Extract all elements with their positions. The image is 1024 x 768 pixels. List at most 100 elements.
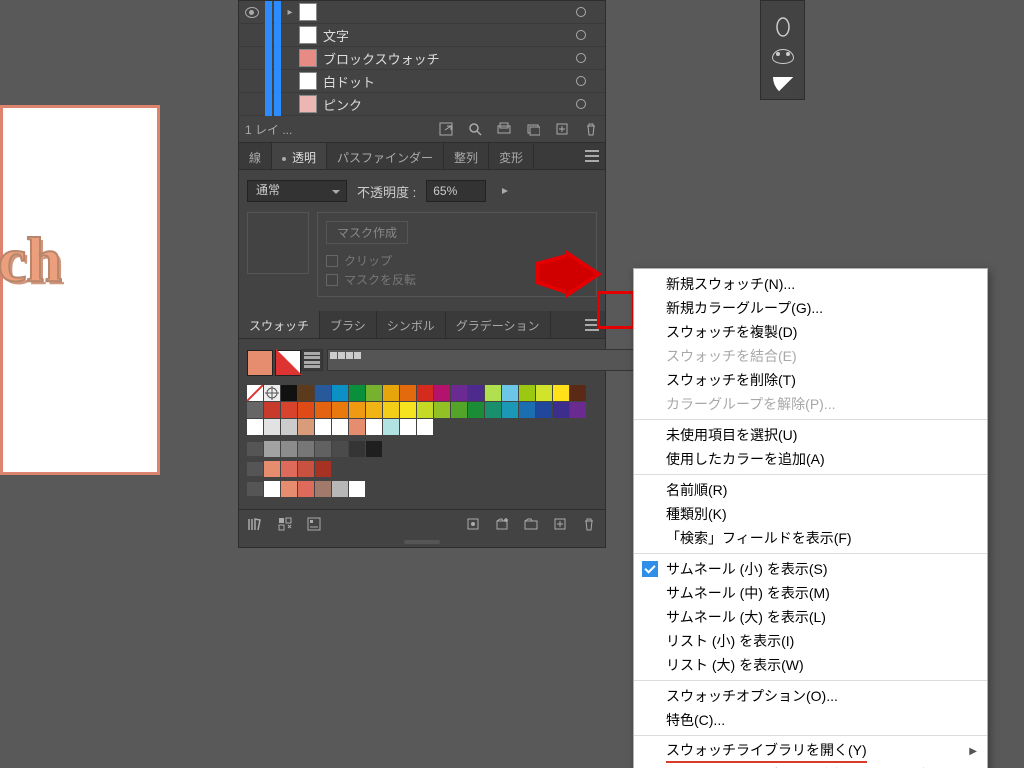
swatch[interactable] (451, 402, 467, 418)
swatch[interactable] (536, 402, 552, 418)
swatch[interactable] (366, 385, 382, 401)
swatch[interactable] (264, 481, 280, 497)
menu-item[interactable]: スウォッチを削除(T) (634, 368, 987, 392)
target-icon[interactable] (576, 53, 586, 63)
color-group-row[interactable] (247, 461, 597, 477)
menu-item[interactable]: スウォッチライブラリを開く(Y)▶ (634, 739, 987, 763)
swatch[interactable] (570, 385, 586, 401)
folder-icon[interactable] (247, 482, 263, 496)
swatch[interactable] (281, 441, 297, 457)
menu-item[interactable]: 名前順(R) (634, 478, 987, 502)
swatch[interactable] (332, 419, 348, 435)
swatch[interactable] (400, 402, 416, 418)
swatch[interactable] (502, 385, 518, 401)
menu-item[interactable]: リスト (大) を表示(W) (634, 653, 987, 677)
menu-item[interactable]: 使用したカラーを追加(A) (634, 447, 987, 471)
swatch[interactable] (281, 419, 297, 435)
swatch[interactable] (383, 402, 399, 418)
swatch[interactable] (264, 419, 280, 435)
swatch[interactable] (502, 402, 518, 418)
swatch[interactable] (281, 461, 297, 477)
panel-resize-grip[interactable] (239, 537, 605, 547)
swatch[interactable] (417, 402, 433, 418)
blend-mode-select[interactable]: 通常 (247, 180, 347, 202)
layer-row[interactable]: 白ドット (239, 70, 605, 93)
tab-シンボル[interactable]: シンボル (377, 311, 446, 338)
swatch-grid[interactable] (247, 385, 587, 435)
trash-icon[interactable] (580, 515, 597, 532)
list-view-button[interactable] (301, 349, 323, 371)
search-icon[interactable] (466, 121, 483, 138)
ellipse-icon[interactable] (770, 15, 796, 39)
layer-row[interactable]: ブロックスウォッチ (239, 47, 605, 70)
menu-item[interactable]: スウォッチを複製(D) (634, 320, 987, 344)
library-menu-icon[interactable] (247, 515, 264, 532)
swatch[interactable] (281, 481, 297, 497)
swatch[interactable] (315, 461, 331, 477)
swatch[interactable] (349, 385, 365, 401)
swatch[interactable] (332, 481, 348, 497)
layer-row[interactable]: ▸ (239, 1, 605, 24)
swatch[interactable] (519, 385, 535, 401)
swatch[interactable] (247, 402, 263, 418)
panel-menu-icon[interactable] (579, 143, 605, 169)
tab-変形[interactable]: 変形 (489, 143, 534, 169)
menu-item[interactable]: サムネール (小) を表示(S) (634, 557, 987, 581)
show-kinds-icon[interactable] (276, 515, 293, 532)
swatch[interactable] (315, 385, 331, 401)
swatch[interactable] (451, 385, 467, 401)
swatch[interactable] (570, 402, 586, 418)
swatch[interactable] (383, 385, 399, 401)
opacity-slider-arrow-icon[interactable] (496, 183, 513, 200)
tab-ブラシ[interactable]: ブラシ (320, 311, 377, 338)
swatch[interactable] (485, 402, 501, 418)
swatch[interactable] (264, 441, 280, 457)
swatch-options-icon[interactable] (305, 515, 322, 532)
swatch[interactable] (400, 385, 416, 401)
menu-item[interactable]: サムネール (中) を表示(M) (634, 581, 987, 605)
swatch[interactable] (434, 385, 450, 401)
target-icon[interactable] (576, 7, 586, 17)
swatch[interactable] (349, 441, 365, 457)
edit-color-group-icon[interactable] (464, 515, 481, 532)
menu-item[interactable]: 特色(C)... (634, 708, 987, 732)
new-layer-icon[interactable] (553, 121, 570, 138)
swatch[interactable] (349, 402, 365, 418)
swatch[interactable] (315, 402, 331, 418)
swatch[interactable] (315, 441, 331, 457)
menu-item[interactable]: サムネール (大) を表示(L) (634, 605, 987, 629)
current-swatch[interactable] (247, 350, 301, 376)
swatch[interactable] (553, 402, 569, 418)
menu-item[interactable]: 新規スウォッチ(N)... (634, 272, 987, 296)
layer-row[interactable]: 文字 (239, 24, 605, 47)
locate-object-icon[interactable] (437, 121, 454, 138)
color-group-row[interactable] (247, 441, 597, 457)
folder-icon[interactable] (247, 462, 263, 476)
swatch[interactable] (553, 385, 569, 401)
menu-item[interactable]: 未使用項目を選択(U) (634, 423, 987, 447)
registration-swatch[interactable] (264, 385, 280, 401)
swatch[interactable] (519, 402, 535, 418)
tab-整列[interactable]: 整列 (444, 143, 489, 169)
grid-view-button[interactable] (327, 349, 667, 371)
panel-menu-icon[interactable] (579, 311, 605, 338)
folder-icon[interactable] (522, 515, 539, 532)
menu-item[interactable]: 「検索」フィールドを表示(F) (634, 526, 987, 550)
clip-checkbox[interactable] (326, 255, 338, 267)
swatch[interactable] (417, 419, 433, 435)
menu-item[interactable]: 種類別(K) (634, 502, 987, 526)
new-swatch-icon[interactable] (551, 515, 568, 532)
swatch[interactable] (298, 419, 314, 435)
swatch[interactable] (332, 385, 348, 401)
invert-mask-checkbox[interactable] (326, 274, 338, 286)
swatch[interactable] (400, 419, 416, 435)
swatch[interactable] (468, 385, 484, 401)
menu-item[interactable]: スウォッチライブラリを交換用として保存(V)... (634, 763, 987, 768)
opacity-input[interactable]: 65% (426, 180, 486, 202)
swatch[interactable] (298, 402, 314, 418)
tab-線[interactable]: 線 (239, 143, 272, 169)
clip-mask-icon[interactable] (495, 121, 512, 138)
trash-icon[interactable] (582, 121, 599, 138)
swatch[interactable] (366, 419, 382, 435)
swatch[interactable] (366, 402, 382, 418)
